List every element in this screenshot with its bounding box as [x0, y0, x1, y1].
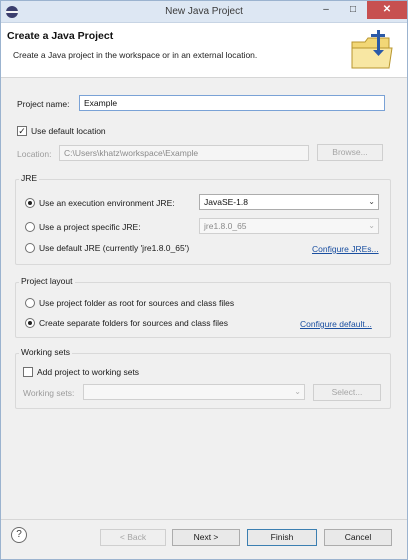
- add-to-working-sets-checkbox[interactable]: [23, 367, 33, 377]
- execution-environment-radio[interactable]: [25, 198, 35, 208]
- use-default-location-label: Use default location: [31, 126, 106, 136]
- location-label: Location:: [17, 149, 52, 159]
- page-title: Create a Java Project: [7, 30, 114, 42]
- project-specific-jre-value: jre1.8.0_65: [204, 221, 247, 231]
- project-root-radio[interactable]: [25, 298, 35, 308]
- project-specific-jre-radio[interactable]: [25, 222, 35, 232]
- project-layout-group-title: Project layout: [19, 276, 75, 286]
- working-sets-group-title: Working sets: [19, 347, 72, 357]
- project-specific-jre-label: Use a project specific JRE:: [39, 222, 141, 232]
- working-sets-select[interactable]: ⌄: [83, 384, 305, 400]
- configure-jres-link[interactable]: Configure JREs...: [312, 244, 379, 254]
- footer-divider: [1, 519, 407, 520]
- chevron-down-icon: ⌄: [368, 197, 375, 206]
- chevron-down-icon: ⌄: [294, 387, 301, 396]
- execution-environment-select[interactable]: JavaSE-1.8 ⌄: [199, 194, 379, 210]
- separate-folders-radio[interactable]: [25, 318, 35, 328]
- maximize-button[interactable]: □: [340, 1, 366, 19]
- project-specific-jre-select[interactable]: jre1.8.0_65 ⌄: [199, 218, 379, 234]
- wizard-header: Create a Java Project Create a Java proj…: [1, 23, 407, 78]
- use-default-location-checkbox[interactable]: ✓: [17, 126, 27, 136]
- configure-default-link[interactable]: Configure default...: [300, 319, 372, 329]
- separate-folders-label: Create separate folders for sources and …: [39, 318, 228, 328]
- add-to-working-sets-label: Add project to working sets: [37, 367, 140, 377]
- finish-button[interactable]: Finish: [247, 529, 317, 546]
- execution-environment-label: Use an execution environment JRE:: [39, 198, 175, 208]
- java-project-folder-icon: [351, 30, 393, 69]
- location-input[interactable]: C:\Users\khatz\workspace\Example: [59, 145, 309, 161]
- help-icon[interactable]: ?: [11, 527, 27, 543]
- browse-button[interactable]: Browse...: [317, 144, 383, 161]
- select-working-sets-button[interactable]: Select...: [313, 384, 381, 401]
- default-jre-radio[interactable]: [25, 243, 35, 253]
- project-name-label: Project name:: [17, 99, 70, 109]
- title-bar: New Java Project – □ ✕: [1, 1, 407, 23]
- close-button[interactable]: ✕: [367, 1, 407, 19]
- working-sets-label: Working sets:: [23, 388, 75, 398]
- page-description: Create a Java project in the workspace o…: [13, 50, 258, 60]
- minimize-button[interactable]: –: [313, 1, 339, 19]
- project-layout-group: [15, 282, 391, 338]
- project-root-label: Use project folder as root for sources a…: [39, 298, 235, 308]
- back-button[interactable]: < Back: [100, 529, 166, 546]
- cancel-button[interactable]: Cancel: [324, 529, 392, 546]
- project-name-input[interactable]: Example: [79, 95, 385, 111]
- next-button[interactable]: Next >: [172, 529, 240, 546]
- chevron-down-icon: ⌄: [368, 221, 375, 230]
- new-java-project-dialog: New Java Project – □ ✕ Create a Java Pro…: [0, 0, 408, 560]
- default-jre-label: Use default JRE (currently 'jre1.8.0_65'…: [39, 243, 190, 253]
- execution-environment-value: JavaSE-1.8: [204, 197, 248, 207]
- jre-group-title: JRE: [19, 173, 40, 183]
